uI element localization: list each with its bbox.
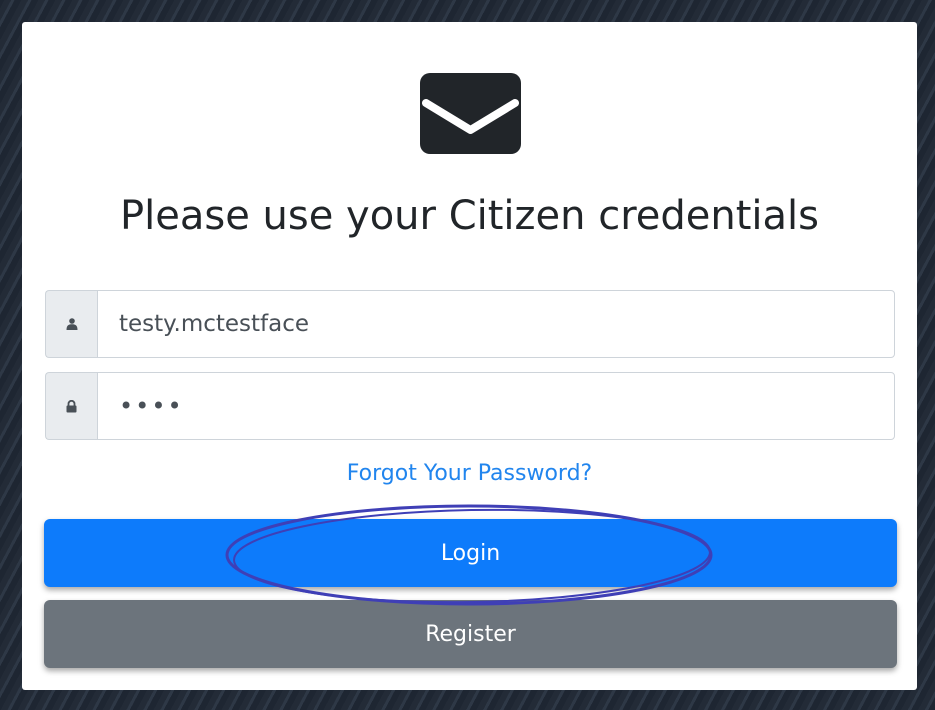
- username-input[interactable]: [97, 290, 895, 358]
- envelope-icon: [420, 73, 521, 154]
- forgot-password-link[interactable]: Forgot Your Password?: [22, 459, 917, 489]
- password-group: [45, 372, 895, 440]
- lock-icon: [45, 372, 97, 440]
- user-icon: [45, 290, 97, 358]
- login-card: Please use your Citizen credentials Forg…: [22, 22, 917, 690]
- register-button[interactable]: Register: [44, 600, 897, 668]
- username-group: [45, 290, 895, 358]
- page-background: { "login_form": { "heading": "Please use…: [0, 0, 935, 710]
- password-input[interactable]: [97, 372, 895, 440]
- page-title: Please use your Citizen credentials: [120, 193, 819, 239]
- login-button[interactable]: Login: [44, 519, 897, 587]
